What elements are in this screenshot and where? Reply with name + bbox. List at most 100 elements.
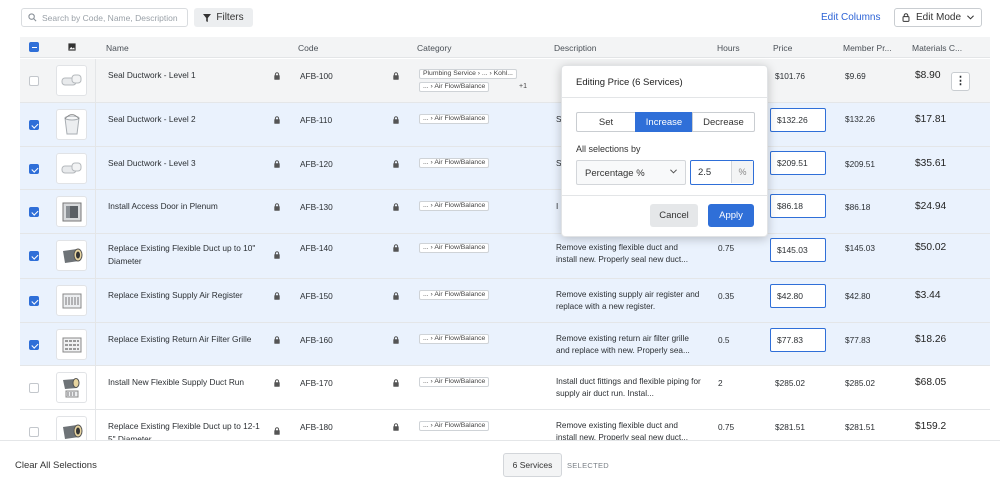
member-price-value: $285.02: [845, 378, 875, 388]
price-input[interactable]: $77.83: [770, 328, 826, 352]
adjust-method-value: Percentage %: [585, 168, 645, 179]
service-code: AFB-140: [300, 243, 333, 253]
row-checkbox[interactable]: [29, 164, 39, 174]
row-checkbox[interactable]: [29, 207, 39, 217]
column-header-materials-cost[interactable]: Materials C...: [912, 43, 962, 53]
table-row[interactable]: Install New Flexible Supply Duct Run AFB…: [20, 366, 990, 410]
search-input[interactable]: [42, 12, 182, 23]
service-code: AFB-150: [300, 291, 333, 301]
clear-all-selections-link[interactable]: Clear All Selections: [15, 460, 97, 471]
edit-columns-link[interactable]: Edit Columns: [821, 12, 880, 23]
flex-duct-icon: [62, 377, 79, 397]
materials-cost-value: $68.05: [915, 377, 947, 388]
price-input[interactable]: $209.51: [770, 151, 826, 175]
service-code: AFB-130: [300, 202, 333, 212]
row-checkbox[interactable]: [29, 76, 39, 86]
service-thumbnail: [56, 285, 87, 316]
row-menu-button[interactable]: ⋮: [951, 72, 970, 91]
table-row[interactable]: Replace Existing Flexible Duct up to 10"…: [20, 234, 990, 279]
unit-suffix: %: [731, 161, 753, 183]
price-value: $281.51: [775, 422, 805, 432]
table-row[interactable]: Replace Existing Return Air Filter Grill…: [20, 323, 990, 366]
row-checkbox[interactable]: [29, 296, 39, 306]
materials-cost-value: $17.81: [915, 114, 947, 125]
service-description: Install duct fittings and flexible pipin…: [556, 377, 701, 398]
grille-icon: [62, 337, 81, 352]
column-header-member-price[interactable]: Member Pr...: [843, 43, 892, 53]
materials-cost-value: $50.02: [915, 242, 947, 253]
lock-icon: [393, 160, 399, 168]
selected-label: SELECTED: [567, 461, 609, 470]
cancel-button[interactable]: Cancel: [650, 204, 698, 227]
column-header-hours[interactable]: Hours: [717, 43, 740, 53]
table-row[interactable]: Seal Ductwork - Level 2 AFB-110 ... › Ai…: [20, 103, 990, 147]
table-row[interactable]: Seal Ductwork - Level 3 AFB-120 ... › Ai…: [20, 147, 990, 190]
column-header-price[interactable]: Price: [773, 43, 792, 53]
member-price-value: $86.18: [845, 202, 871, 212]
mode-decrease-button[interactable]: Decrease: [692, 112, 755, 132]
category-chip: Plumbing Service › ... › Kohl...: [419, 69, 517, 79]
row-checkbox[interactable]: [29, 383, 39, 393]
popup-title: Editing Price (6 Services): [576, 77, 683, 88]
category-chip: ... › Air Flow/Balance: [419, 82, 490, 92]
column-divider: [95, 147, 96, 189]
price-input[interactable]: $86.18: [770, 194, 826, 218]
table-row[interactable]: Install Access Door in Plenum AFB-130 ..…: [20, 190, 990, 234]
category-chip: ... › Air Flow/Balance: [419, 377, 490, 387]
price-input[interactable]: $132.26: [770, 108, 826, 132]
selected-count-button[interactable]: 6 Services: [503, 453, 562, 477]
apply-button[interactable]: Apply: [708, 204, 754, 227]
mode-set-button[interactable]: Set: [576, 112, 636, 132]
service-name: Replace Existing Supply Air Register: [108, 290, 243, 300]
row-checkbox[interactable]: [29, 120, 39, 130]
table-row[interactable]: Replace Existing Supply Air Register AFB…: [20, 279, 990, 323]
price-input[interactable]: $42.80: [770, 284, 826, 308]
filters-button[interactable]: Filters: [194, 8, 253, 27]
column-divider: [95, 323, 96, 365]
column-header-name[interactable]: Name: [106, 43, 129, 53]
row-checkbox[interactable]: [29, 340, 39, 350]
column-divider: [95, 59, 96, 102]
kebab-icon: ⋮: [955, 75, 966, 87]
price-value: $285.02: [775, 378, 805, 388]
column-divider: [95, 234, 96, 278]
service-thumbnail: [56, 65, 87, 96]
search-box[interactable]: [21, 8, 188, 27]
column-header-description[interactable]: Description: [554, 43, 597, 53]
service-thumbnail: [56, 329, 87, 360]
row-checkbox[interactable]: [29, 251, 39, 261]
register-icon: [62, 293, 81, 308]
lock-icon: [274, 427, 280, 435]
materials-cost-value: $8.90: [915, 70, 941, 81]
price-value: $101.76: [775, 71, 805, 81]
category-more-count[interactable]: +1: [519, 83, 527, 90]
chevron-down-icon: [670, 169, 677, 174]
column-divider: [95, 366, 96, 409]
category-chip: ... › Air Flow/Balance: [419, 158, 490, 168]
price-input[interactable]: $145.03: [770, 238, 826, 262]
adjust-method-select[interactable]: Percentage %: [576, 160, 686, 185]
selections-label: All selections by: [576, 144, 641, 154]
table-row[interactable]: Seal Ductwork - Level 1 AFB-100 Plumbing…: [20, 59, 990, 103]
member-price-value: $145.03: [845, 243, 875, 253]
column-header-code[interactable]: Code: [298, 43, 318, 53]
pipe-fitting-icon: [61, 74, 81, 85]
select-all-checkbox[interactable]: [29, 42, 39, 52]
service-name: Replace Existing Return Air Filter Grill…: [108, 334, 252, 344]
mode-increase-button[interactable]: Increase: [635, 112, 693, 132]
adjust-amount-input[interactable]: 2.5 %: [690, 160, 754, 185]
materials-cost-value: $35.61: [915, 158, 947, 169]
materials-cost-value: $3.44: [915, 290, 941, 301]
filter-icon: [203, 13, 212, 22]
hours-value: 0.75: [718, 243, 735, 253]
edit-mode-button[interactable]: Edit Mode: [894, 8, 982, 27]
column-header-category[interactable]: Category: [417, 43, 452, 53]
column-divider: [95, 279, 96, 322]
pipe-fitting-icon: [61, 162, 81, 173]
member-price-value: $281.51: [845, 422, 875, 432]
filters-label: Filters: [216, 12, 244, 23]
divider: [562, 195, 767, 196]
materials-cost-value: $18.26: [915, 334, 947, 345]
table-header: Name Code Category Description Hours Pri…: [20, 37, 990, 58]
row-checkbox[interactable]: [29, 427, 39, 437]
